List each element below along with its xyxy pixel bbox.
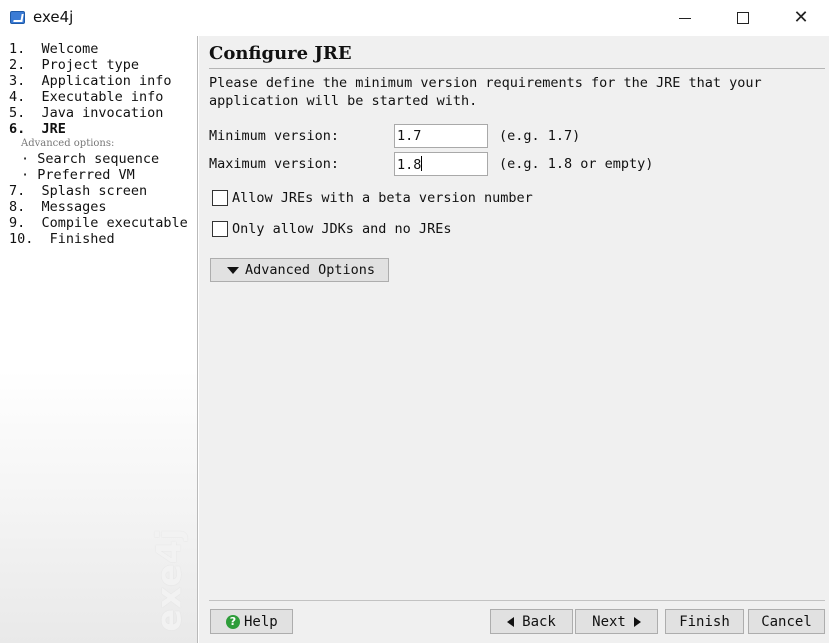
step-finished[interactable]: 10. Finished xyxy=(9,231,188,247)
finish-label: Finish xyxy=(679,613,730,630)
next-button[interactable]: Next xyxy=(575,609,658,634)
title-divider xyxy=(209,68,825,69)
step-compile-executable[interactable]: 9. Compile executable xyxy=(9,215,188,231)
advanced-options-label: Advanced options: xyxy=(21,138,115,149)
step-messages[interactable]: 8. Messages xyxy=(9,199,188,215)
allow-beta-row[interactable]: Allow JREs with a beta version number xyxy=(212,190,533,206)
finish-button[interactable]: Finish xyxy=(665,609,744,634)
exe4j-app-icon xyxy=(10,11,25,24)
window-title: exe4j xyxy=(33,8,74,26)
min-version-input[interactable]: 1.7 xyxy=(394,124,488,148)
only-jdk-label: Only allow JDKs and no JREs xyxy=(232,221,452,237)
advanced-options-label: Advanced Options xyxy=(245,262,376,278)
step-preferred-vm[interactable]: · Preferred VM xyxy=(9,167,188,183)
max-version-hint: (e.g. 1.8 or empty) xyxy=(499,156,654,172)
step-search-sequence[interactable]: · Search sequence xyxy=(9,151,188,167)
page-title: Configure JRE xyxy=(209,43,352,64)
min-version-label: Minimum version: xyxy=(209,128,340,144)
header: Configure JRE xyxy=(199,36,829,70)
step-welcome[interactable]: 1. Welcome xyxy=(9,41,188,57)
only-jdk-checkbox[interactable] xyxy=(212,221,228,237)
back-button[interactable]: Back xyxy=(490,609,573,634)
text-caret xyxy=(421,156,423,171)
cancel-label: Cancel xyxy=(761,613,812,630)
main-panel: Configure JRE Please define the minimum … xyxy=(199,36,829,643)
arrow-right-icon xyxy=(633,616,641,627)
minimize-icon xyxy=(679,17,691,19)
minimize-button[interactable] xyxy=(656,0,714,36)
allow-beta-checkbox[interactable] xyxy=(212,190,228,206)
exe4j-watermark-logo: exe4j xyxy=(149,528,190,632)
step-project-type[interactable]: 2. Project type xyxy=(9,57,188,73)
step-executable-info[interactable]: 4. Executable info xyxy=(9,89,188,105)
allow-beta-label: Allow JREs with a beta version number xyxy=(232,190,533,206)
close-icon: ✕ xyxy=(793,7,809,28)
cancel-button[interactable]: Cancel xyxy=(748,609,825,634)
step-java-invocation[interactable]: 5. Java invocation xyxy=(9,105,188,121)
back-label: Back xyxy=(522,613,556,630)
maximize-button[interactable] xyxy=(714,0,772,36)
help-icon: ? xyxy=(226,614,240,629)
arrow-left-icon xyxy=(507,616,515,627)
step-jre[interactable]: 6. JRE xyxy=(9,121,188,137)
triangle-down-icon xyxy=(227,266,239,274)
step-splash-screen[interactable]: 7. Splash screen xyxy=(9,183,188,199)
only-jdk-row[interactable]: Only allow JDKs and no JREs xyxy=(212,221,451,237)
wizard-steps-sidebar: 1. Welcome 2. Project type 3. Applicatio… xyxy=(0,36,198,643)
steps-list: 1. Welcome 2. Project type 3. Applicatio… xyxy=(9,41,188,247)
close-button[interactable]: ✕ xyxy=(772,0,829,36)
max-version-input[interactable]: 1.8 xyxy=(394,152,488,176)
page-description: Please define the minimum version requir… xyxy=(209,75,762,109)
min-version-hint: (e.g. 1.7) xyxy=(499,128,581,144)
maximize-icon xyxy=(737,12,749,24)
max-version-label: Maximum version: xyxy=(209,156,340,172)
footer-divider xyxy=(209,600,825,601)
step-application-info[interactable]: 3. Application info xyxy=(9,73,188,89)
advanced-options-button[interactable]: Advanced Options xyxy=(210,258,389,282)
help-button[interactable]: ? Help xyxy=(210,609,293,634)
next-label: Next xyxy=(592,613,626,630)
help-label: Help xyxy=(244,613,278,630)
title-bar: exe4j ✕ xyxy=(0,0,829,36)
